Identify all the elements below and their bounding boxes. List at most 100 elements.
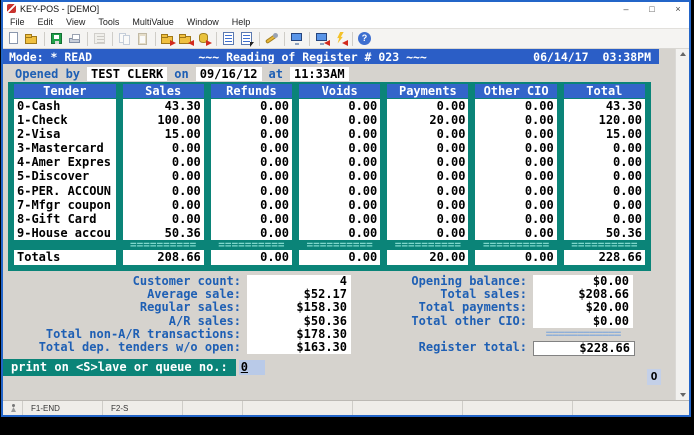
- opened-by-label: Opened by: [15, 66, 81, 81]
- menu-window[interactable]: Window: [187, 17, 219, 27]
- toolbar-separator: [352, 31, 353, 46]
- menu-edit[interactable]: Edit: [38, 17, 54, 27]
- column-header: Tender: [14, 84, 116, 98]
- copy-icon[interactable]: [117, 31, 133, 47]
- prompt-input[interactable]: 0: [238, 360, 265, 376]
- table-cell: 8-Gift Card: [17, 211, 97, 226]
- import-folder-icon[interactable]: [178, 31, 194, 47]
- settings-wrench-icon[interactable]: [264, 31, 280, 47]
- disconnect-session-icon[interactable]: [314, 31, 330, 47]
- table-cell: 0.00: [436, 141, 466, 156]
- table-cell: 0.00: [524, 155, 554, 170]
- table-cell: 0.00: [436, 225, 466, 240]
- menu-help[interactable]: Help: [232, 17, 251, 27]
- table-cell: 0.00: [613, 211, 642, 226]
- menu-multivalue[interactable]: MultiValue: [132, 17, 173, 27]
- column-voids: Voids 0.00 0.00 0.00 0.00 0.00 0.00 0.00…: [299, 84, 381, 265]
- client-area: Mode: * READ ~~~ Reading of Register # 0…: [3, 49, 689, 400]
- table-cell: 0.00: [524, 169, 554, 184]
- table-cell: 120.00: [598, 113, 642, 128]
- table-cell: 15.00: [164, 127, 201, 142]
- table-cell: 0.00: [436, 169, 466, 184]
- fn-key-f1-end[interactable]: F1-END: [23, 401, 103, 415]
- column-cells: 0-Cash 1-Check 2-Visa 3-Mastercard 4-Ame…: [14, 99, 116, 240]
- menu-file[interactable]: File: [10, 17, 25, 27]
- summary-label: [363, 328, 527, 341]
- menu-view[interactable]: View: [66, 17, 85, 27]
- print-icon[interactable]: [67, 31, 83, 47]
- list-view-icon[interactable]: [221, 31, 237, 47]
- totals-separator: ==========: [218, 241, 285, 249]
- column-header: Refunds: [210, 84, 293, 98]
- tender-table: Tender 0-Cash 1-Check 2-Visa 3-Mastercar…: [8, 82, 651, 271]
- report-date: 06/14/17: [533, 49, 589, 64]
- database-export-icon[interactable]: [196, 31, 212, 47]
- monitor-icon[interactable]: [289, 31, 305, 47]
- table-cell: 0.00: [260, 225, 290, 240]
- table-cell: 43.30: [164, 99, 201, 113]
- scroll-up-icon[interactable]: [679, 52, 686, 56]
- toolbar-separator: [284, 31, 285, 46]
- close-button[interactable]: ×: [673, 4, 683, 14]
- summary-row: A/R sales: $50.36 Total other CIO: $0.00: [3, 314, 675, 328]
- summary-value: $50.36: [247, 314, 351, 328]
- totals-label: Totals: [14, 249, 116, 265]
- table-cell: 0.00: [171, 141, 201, 156]
- table-cell: 0.00: [260, 183, 290, 198]
- table-cell: 5-Discover: [17, 169, 90, 184]
- table-cell: 0.00: [436, 155, 466, 170]
- table-cell: 100.00: [157, 113, 201, 128]
- fn-key-f2-s[interactable]: F2-S: [103, 401, 183, 415]
- column-total: 20.00: [387, 249, 469, 265]
- clerk-field: TEST CLERK: [87, 66, 168, 81]
- column-header: Other CIO: [475, 84, 557, 98]
- maximize-button[interactable]: □: [647, 4, 657, 14]
- column-cells: 0.00 0.00 0.00 0.00 0.00 0.00 0.00 0.00 …: [475, 99, 557, 240]
- table-cell: 0.00: [524, 183, 554, 198]
- title-bar[interactable]: KEY-POS - [DEMO] – □ ×: [3, 2, 689, 15]
- status-segment: [353, 401, 463, 415]
- toolbar-separator: [216, 31, 217, 46]
- table-cell: 20.00: [429, 113, 466, 128]
- table-cell: 0.00: [260, 141, 290, 156]
- save-icon[interactable]: [49, 31, 65, 47]
- form-view-icon[interactable]: [239, 31, 255, 47]
- character-map-icon[interactable]: [92, 31, 108, 47]
- table-cell: 0.00: [260, 127, 290, 142]
- table-cell: 0.00: [260, 197, 290, 212]
- status-bar: F1-END F2-S: [3, 400, 689, 415]
- help-icon[interactable]: ?: [357, 31, 373, 47]
- toolbar: ?: [3, 29, 689, 49]
- report-time: 03:38PM: [602, 49, 651, 64]
- table-cell: 0.00: [348, 113, 378, 128]
- toolbar-separator: [155, 31, 156, 46]
- menu-tools[interactable]: Tools: [98, 17, 119, 27]
- totals-separator: ==========: [306, 241, 373, 249]
- column-cells: 43.30 100.00 15.00 0.00 0.00 0.00 0.00 0…: [122, 99, 204, 240]
- open-folder-icon[interactable]: [24, 31, 40, 47]
- summary-row: Total non-A/R transactions: $178.30 ====…: [3, 327, 675, 341]
- minimize-button[interactable]: –: [621, 4, 631, 14]
- table-cell: 0.00: [348, 155, 378, 170]
- menu-bar: File Edit View Tools MultiValue Window H…: [3, 15, 689, 29]
- table-cell: 0.00: [171, 183, 201, 198]
- table-cell: 0.00: [348, 225, 378, 240]
- table-cell: 1-Check: [17, 113, 68, 128]
- scroll-down-icon[interactable]: [679, 393, 686, 397]
- summary-label: Regular sales:: [139, 300, 241, 315]
- export-folder-icon[interactable]: [160, 31, 176, 47]
- quick-connect-icon[interactable]: [332, 31, 348, 47]
- new-document-icon[interactable]: [6, 31, 22, 47]
- status-segment: [183, 401, 243, 415]
- column-total: 0.00: [210, 249, 293, 265]
- summary-row: Regular sales: $158.30 Total payments: $…: [3, 300, 675, 315]
- column-cells: 0.00 20.00 0.00 0.00 0.00 0.00 0.00 0.00…: [387, 99, 469, 240]
- paste-icon[interactable]: [135, 31, 151, 47]
- column-payments: Payments 0.00 20.00 0.00 0.00 0.00 0.00 …: [387, 84, 469, 265]
- column-cells: 0.00 0.00 0.00 0.00 0.00 0.00 0.00 0.00 …: [299, 99, 381, 240]
- column-header: Voids: [299, 84, 381, 98]
- column-total: 208.66: [122, 249, 204, 265]
- prompt-row: print on <S>lave or queue no.: 0: [3, 359, 675, 377]
- vertical-scrollbar[interactable]: [675, 49, 689, 400]
- on-label: on: [174, 66, 189, 81]
